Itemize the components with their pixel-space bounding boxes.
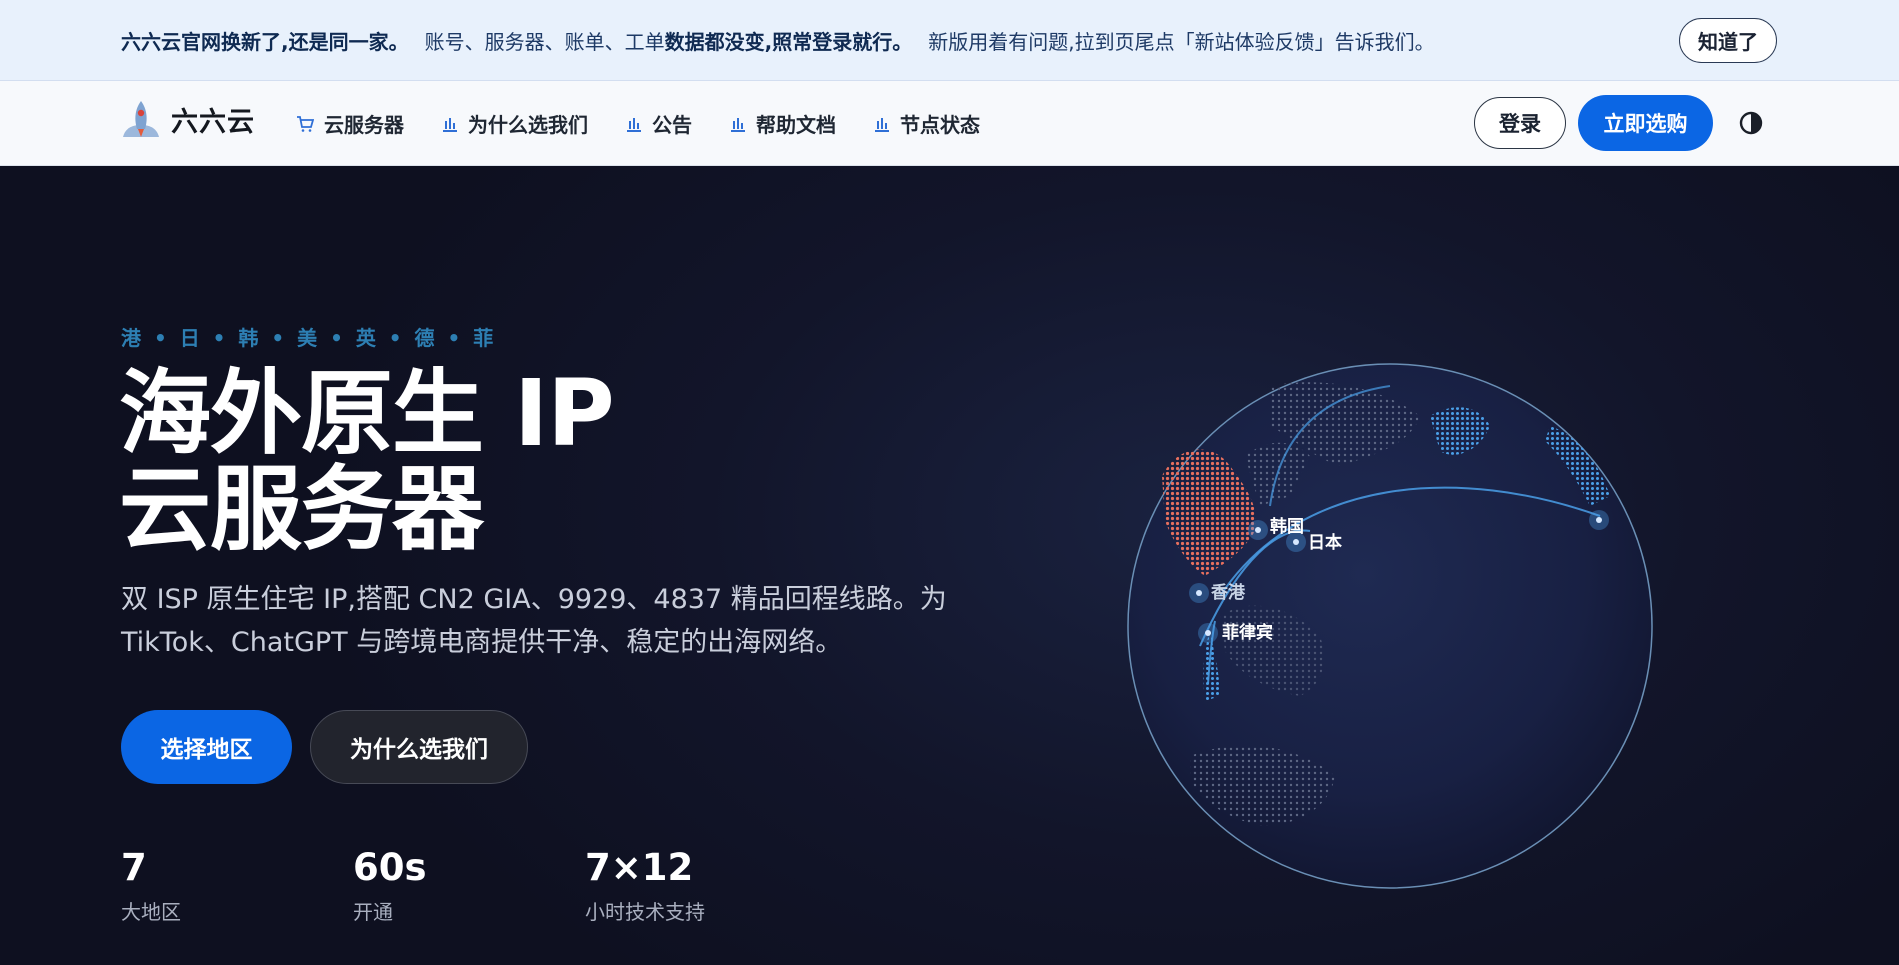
nav-item-label: 帮助文档: [756, 113, 836, 137]
notice-text: 账号、服务器、账单、工单: [424, 29, 665, 54]
nav-item-label: 云服务器: [324, 113, 404, 137]
hero-title-line-2: 云服务器: [119, 456, 484, 563]
nav-item-cloud-servers[interactable]: 云服务器: [296, 109, 404, 138]
notice-feedback-text: 新版用着有问题,拉到页尾点「新站体验反馈」告诉我们。: [928, 29, 1435, 54]
stat-regions: 7 大地区: [121, 846, 181, 925]
stat-support: 7×12 小时技术支持: [585, 846, 705, 925]
contrast-icon[interactable]: [1738, 110, 1764, 136]
bar-chart-icon: [627, 117, 641, 132]
hero-title: 海外原生 IP 云服务器: [119, 360, 615, 563]
hero-description: 双 ISP 原生住宅 IP,搭配 CN2 GIA、9929、4837 精品回程线…: [121, 584, 947, 658]
region-list: 港 • 日 • 韩 • 美 • 英 • 德 • 菲: [121, 326, 497, 350]
notice-headline: 六六云官网换新了,还是同一家。: [121, 29, 409, 54]
label-philippines: 菲律宾: [1222, 622, 1273, 643]
top-navbar: 六六云 云服务器 为什么选我们 公告 帮助文档 节点状态 登录 立即选购: [0, 81, 1899, 166]
announcement-bar: 六六云官网换新了,还是同一家。 账号、服务器、账单、工单 数据都没变,照常登录就…: [0, 0, 1899, 81]
why-us-button[interactable]: 为什么选我们: [310, 710, 528, 784]
stat-value: 7×12: [585, 846, 694, 889]
nav-item-why-us[interactable]: 为什么选我们: [442, 109, 588, 138]
stat-value: 60s: [353, 846, 427, 889]
world-globe-illustration: 韩国 日本 香港 菲律宾: [1127, 363, 1653, 889]
nav-item-label: 公告: [652, 113, 692, 137]
label-japan: 日本: [1308, 532, 1342, 553]
login-button[interactable]: 登录: [1474, 97, 1566, 149]
label-hongkong: 香港: [1211, 582, 1246, 603]
stat-value: 7: [121, 846, 147, 889]
nav-item-announcements[interactable]: 公告: [626, 109, 692, 138]
nav-item-label: 节点状态: [900, 113, 980, 137]
select-region-button[interactable]: 选择地区: [121, 710, 292, 784]
notice-emphasis: 数据都没变,照常登录就行。: [664, 29, 913, 54]
bar-chart-icon: [731, 117, 745, 132]
cart-icon: [297, 115, 314, 132]
hero-title-line-1: 海外原生 IP: [119, 360, 615, 467]
stat-label: 大地区: [121, 900, 181, 924]
brand-name: 六六云: [171, 106, 255, 138]
buy-now-button[interactable]: 立即选购: [1578, 95, 1713, 151]
main-menu: 云服务器 为什么选我们 公告 帮助文档 节点状态: [296, 81, 980, 166]
stat-provisioning: 60s 开通: [353, 846, 427, 925]
stat-label: 小时技术支持: [585, 900, 705, 924]
stat-label: 开通: [353, 900, 393, 924]
nav-item-help-docs[interactable]: 帮助文档: [730, 109, 836, 138]
bar-chart-icon: [875, 117, 889, 132]
bar-chart-icon: [443, 117, 457, 132]
brand-logo[interactable]: 六六云: [121, 99, 255, 139]
nav-item-label: 为什么选我们: [468, 113, 588, 137]
hero-section: 港 • 日 • 韩 • 美 • 英 • 德 • 菲 海外原生 IP 云服务器 双…: [0, 166, 1899, 965]
dismiss-notice-button[interactable]: 知道了: [1679, 18, 1777, 63]
nav-item-node-status[interactable]: 节点状态: [874, 109, 980, 138]
rocket-logo-icon: [123, 101, 159, 137]
label-korea: 韩国: [1270, 516, 1304, 537]
